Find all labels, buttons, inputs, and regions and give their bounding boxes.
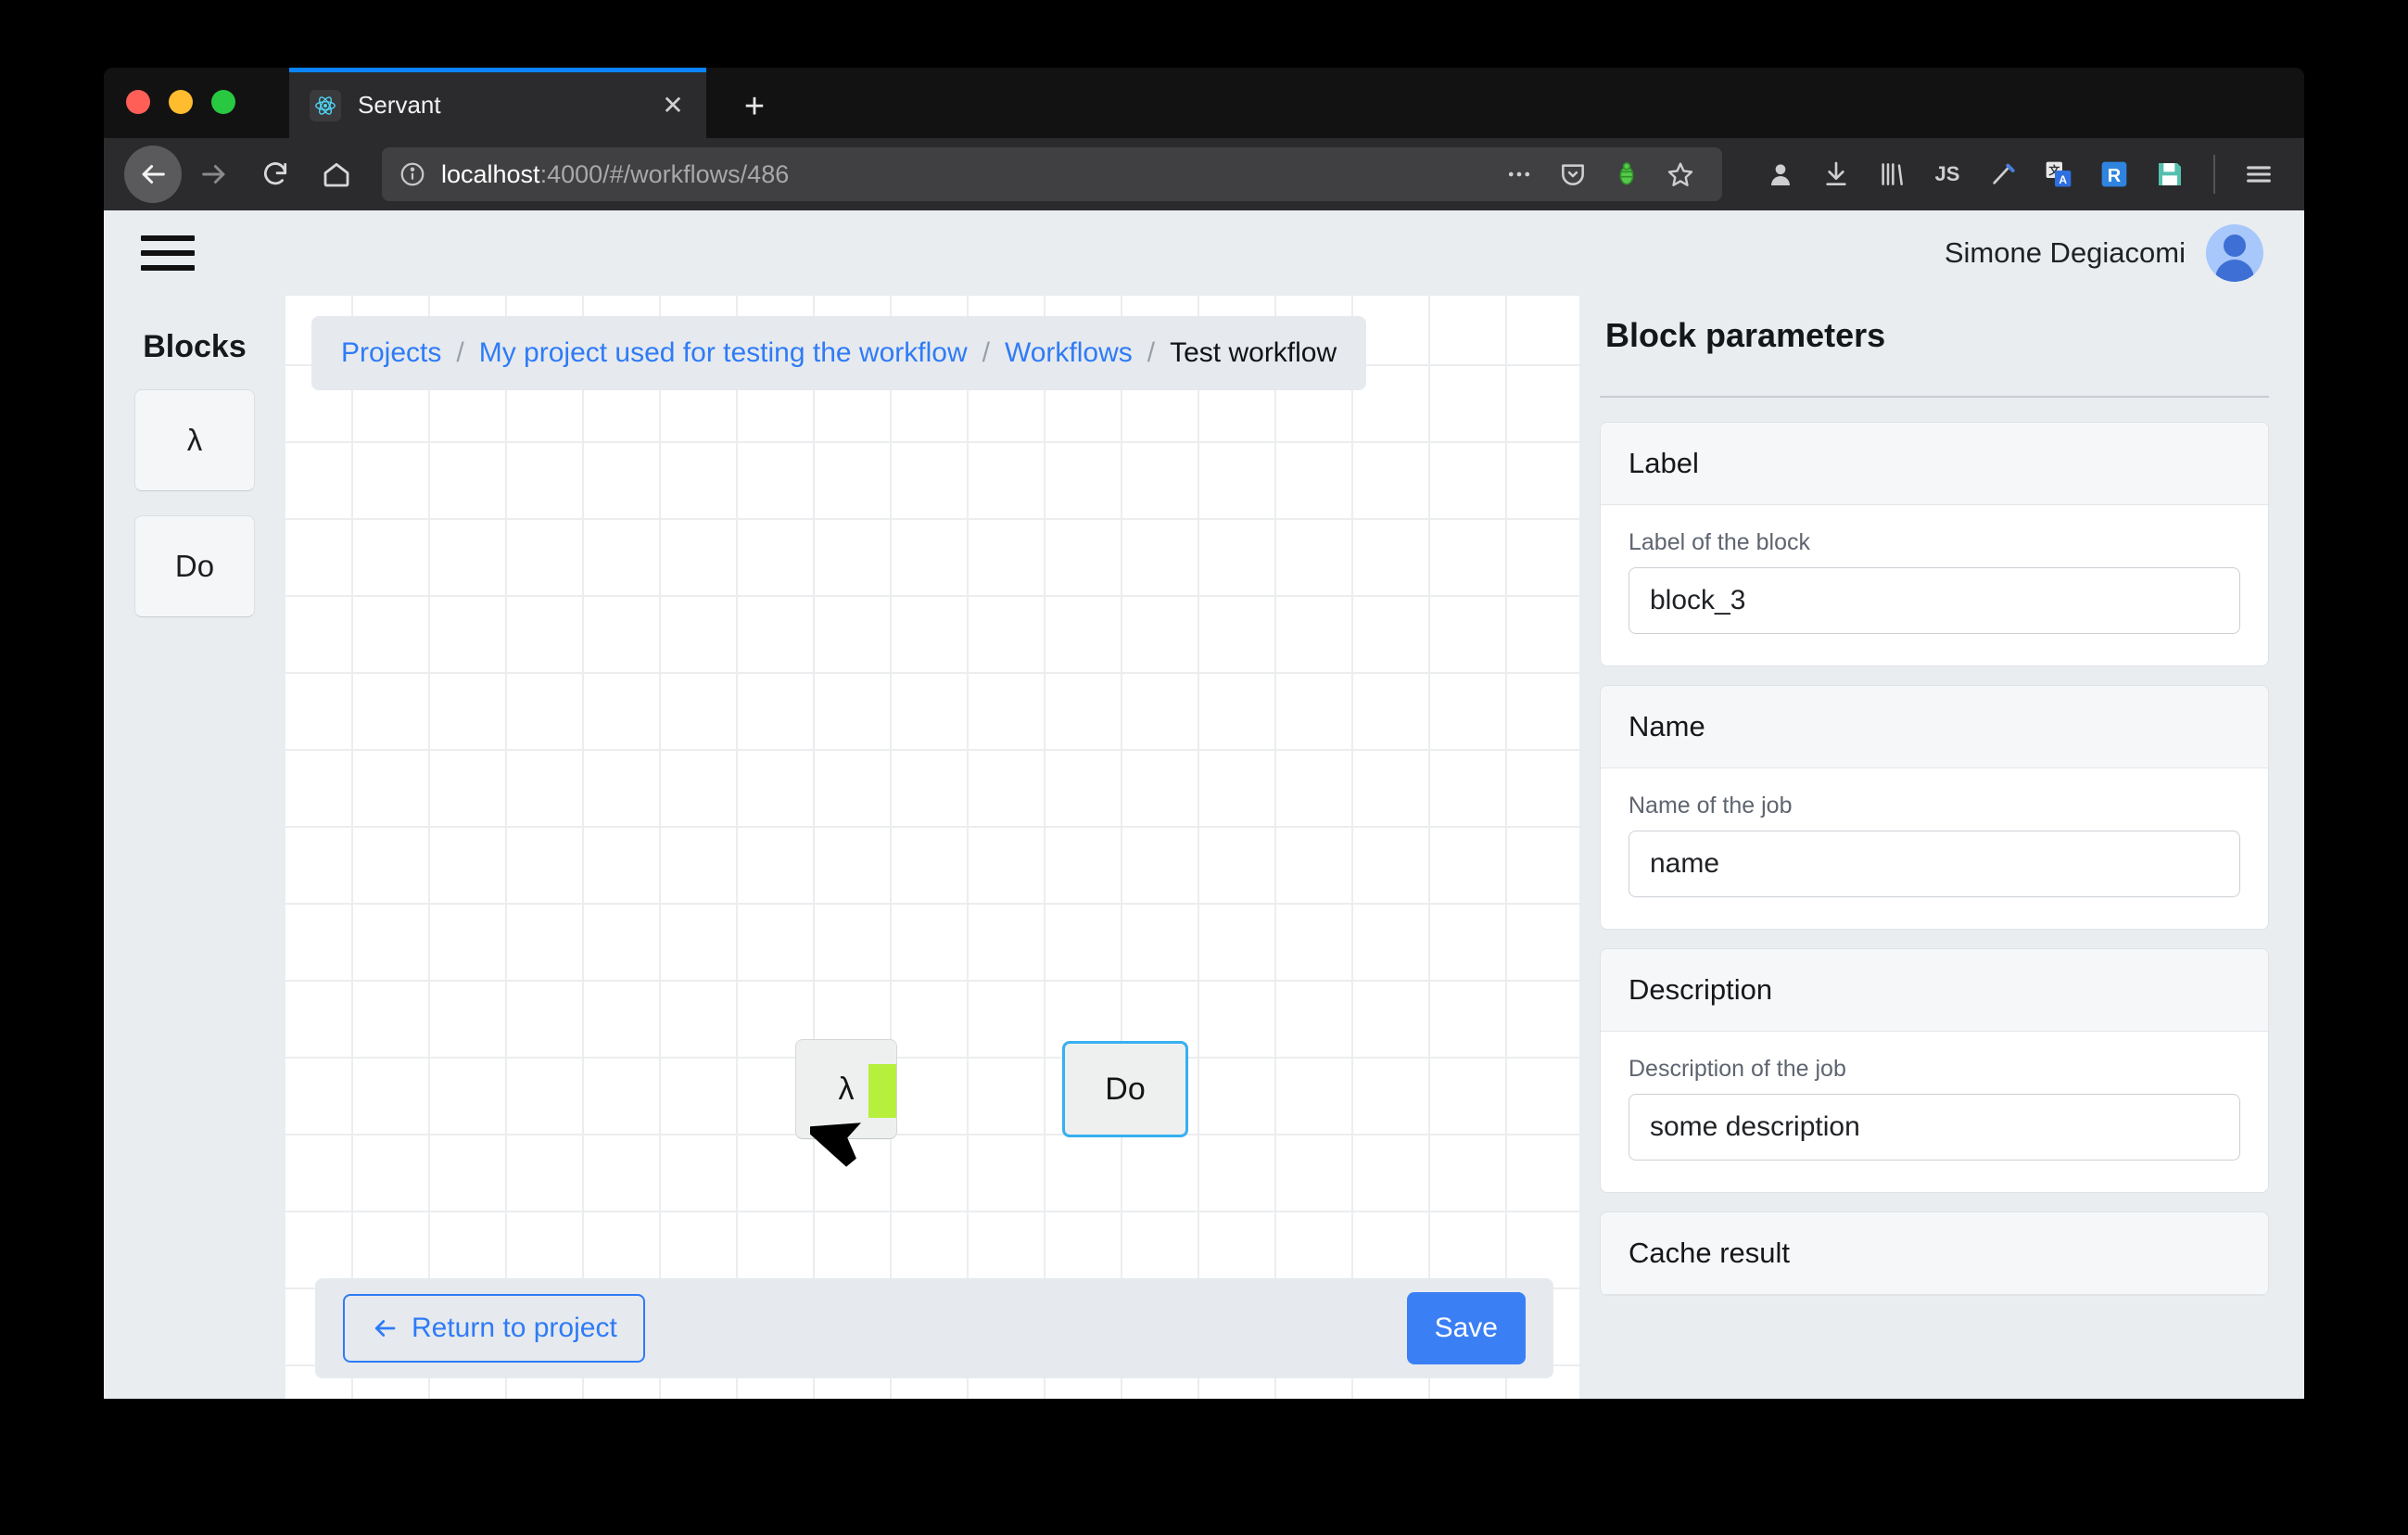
- parameter-card-name: Name Name of the job: [1600, 685, 2269, 930]
- user-name: Simone Degiacomi: [1944, 236, 2186, 269]
- maximize-window-button[interactable]: [211, 90, 235, 114]
- svg-text:R: R: [2108, 166, 2122, 186]
- breadcrumb-item-workflows[interactable]: Workflows: [1005, 337, 1133, 369]
- palette-block-do-label: Do: [174, 549, 215, 583]
- breadcrumb-separator: /: [982, 337, 990, 368]
- breadcrumb-item-current: Test workflow: [1170, 337, 1337, 368]
- url-bar[interactable]: localhost:4000/#/workflows/486: [382, 147, 1722, 201]
- card-header: Description: [1601, 949, 2268, 1032]
- workflow-canvas[interactable]: Projects / My project used for testing t…: [285, 296, 1579, 1399]
- parameter-card-label: Label Label of the block: [1600, 422, 2269, 666]
- user-menu[interactable]: Simone Degiacomi: [1945, 224, 2263, 282]
- field-label: Name of the job: [1629, 793, 1793, 818]
- back-arrow-icon[interactable]: [124, 146, 182, 203]
- app-header: Simone Degiacomi: [104, 210, 2304, 296]
- palette-block-do[interactable]: Do: [134, 515, 255, 617]
- lambda-node-output-connector[interactable]: [868, 1064, 896, 1118]
- url-text: localhost:4000/#/workflows/486: [441, 160, 789, 189]
- star-icon[interactable]: [1655, 149, 1705, 199]
- field-label: Label of the block: [1629, 529, 1810, 555]
- card-body: Name of the job: [1601, 768, 2268, 929]
- url-action-icons: [1494, 149, 1705, 199]
- job-description-input[interactable]: [1629, 1094, 2240, 1161]
- main-row: Blocks λ Do Projects / My project used f…: [104, 296, 2304, 1399]
- job-name-input[interactable]: [1629, 831, 2240, 897]
- plus-icon[interactable]: +: [734, 88, 775, 129]
- block-parameters-panel: Block parameters Label Label of the bloc…: [1600, 296, 2304, 1399]
- svg-text:A: A: [2059, 173, 2067, 186]
- toolbar-divider: [2213, 155, 2215, 194]
- tab-strip: Servant ✕ +: [104, 68, 2304, 138]
- breadcrumb-separator: /: [456, 337, 464, 368]
- home-icon[interactable]: [308, 146, 365, 203]
- download-icon[interactable]: [1811, 149, 1861, 199]
- extension-icons: JS 文 A R: [1755, 149, 2284, 199]
- ellipsis-icon[interactable]: [1494, 149, 1544, 199]
- card-header: Label: [1601, 423, 2268, 505]
- save-disk-icon[interactable]: [2145, 149, 2195, 199]
- parameter-card-cache-result: Cache result: [1600, 1212, 2269, 1296]
- canvas-action-bar: Return to project Save: [315, 1278, 1553, 1378]
- info-circle-icon[interactable]: [399, 160, 426, 188]
- window-controls: [126, 90, 235, 114]
- do-node-label: Do: [1105, 1071, 1146, 1107]
- lambda-node[interactable]: λ: [795, 1039, 897, 1139]
- breadcrumb: Projects / My project used for testing t…: [311, 316, 1367, 390]
- do-node[interactable]: Do: [1062, 1041, 1188, 1137]
- browser-tab[interactable]: Servant ✕: [289, 68, 706, 138]
- save-button[interactable]: Save: [1406, 1292, 1526, 1364]
- url-host: localhost: [441, 159, 540, 188]
- palette-block-lambda-label: λ: [186, 423, 203, 457]
- marker-icon[interactable]: [1978, 149, 2028, 199]
- hamburger-menu-icon[interactable]: [2234, 149, 2284, 199]
- pocket-icon[interactable]: [1548, 149, 1598, 199]
- react-logo-icon: [310, 89, 341, 121]
- parameter-card-description: Description Description of the job: [1600, 948, 2269, 1193]
- tab-title: Servant: [358, 91, 441, 119]
- navigation-toolbar: localhost:4000/#/workflows/486 JS 文 A R: [104, 138, 2304, 210]
- card-header: Name: [1601, 686, 2268, 768]
- js-icon[interactable]: JS: [1922, 149, 1972, 199]
- bug-icon[interactable]: [1602, 149, 1652, 199]
- breadcrumb-item-project[interactable]: My project used for testing the workflow: [479, 337, 968, 369]
- minimize-window-button[interactable]: [169, 90, 193, 114]
- left-arrow-icon: [374, 1320, 396, 1337]
- field-label: Description of the job: [1629, 1056, 1846, 1082]
- panel-title: Block parameters: [1605, 316, 1886, 354]
- palette-title: Blocks: [143, 329, 247, 364]
- breadcrumb-separator: /: [1147, 337, 1156, 368]
- url-path: :4000/#/workflows/486: [539, 159, 790, 188]
- forward-arrow-icon[interactable]: [185, 146, 243, 203]
- user-avatar-icon[interactable]: [2206, 224, 2263, 282]
- label-input[interactable]: [1629, 567, 2240, 634]
- reload-icon[interactable]: [247, 146, 304, 203]
- translate-icon[interactable]: 文 A: [2034, 149, 2084, 199]
- panel-divider: [1600, 396, 2269, 398]
- return-to-project-button[interactable]: Return to project: [343, 1294, 645, 1363]
- card-header: Cache result: [1601, 1212, 2268, 1295]
- library-icon[interactable]: [1867, 149, 1917, 199]
- card-body: Description of the job: [1601, 1032, 2268, 1192]
- palette-block-lambda[interactable]: λ: [134, 389, 255, 491]
- close-window-button[interactable]: [126, 90, 150, 114]
- app-hamburger-icon[interactable]: [141, 235, 195, 271]
- page-content: Simone Degiacomi Blocks λ Do Projects / …: [104, 210, 2304, 1399]
- r-icon[interactable]: R: [2089, 149, 2139, 199]
- close-icon[interactable]: ✕: [656, 89, 690, 122]
- breadcrumb-item-projects[interactable]: Projects: [341, 337, 441, 369]
- return-to-project-label: Return to project: [412, 1313, 617, 1343]
- card-body: Label of the block: [1601, 505, 2268, 666]
- blocks-palette: Blocks λ Do: [104, 296, 285, 1399]
- browser-window: Servant ✕ + localhost:4000/#/workflows/4…: [104, 68, 2304, 1399]
- account-icon[interactable]: [1755, 149, 1806, 199]
- lambda-node-label: λ: [838, 1071, 855, 1107]
